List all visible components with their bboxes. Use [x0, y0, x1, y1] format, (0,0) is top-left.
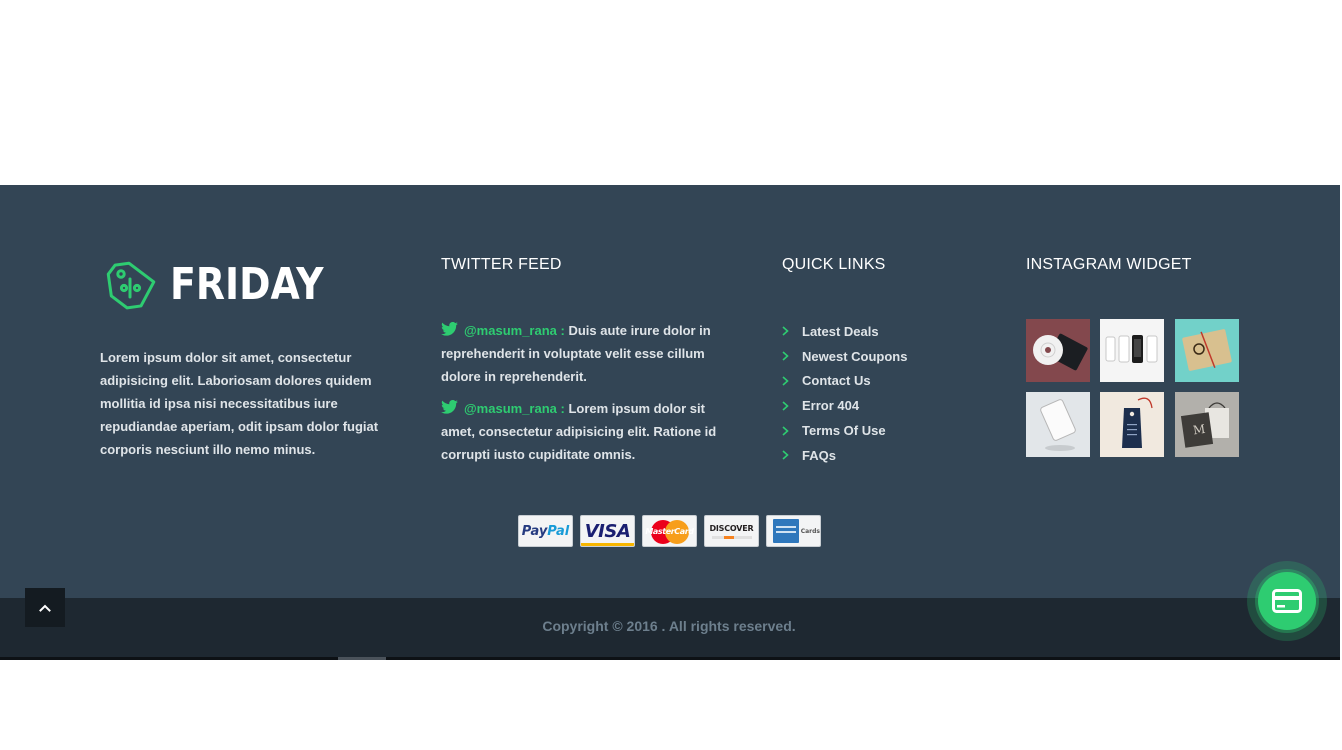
quick-link-label[interactable]: Newest Coupons — [802, 349, 907, 364]
mastercard-label: MasterCard — [645, 526, 694, 536]
instagram-thumb-phones[interactable] — [1100, 319, 1164, 382]
amex-logo-block — [773, 519, 799, 543]
quick-link-label[interactable]: Contact Us — [802, 373, 871, 388]
notebook-image — [1175, 319, 1239, 382]
quick-link-latest-deals[interactable]: Latest Deals — [782, 319, 907, 344]
tablet-image — [1026, 392, 1090, 457]
quick-link-label[interactable]: FAQs — [802, 448, 836, 463]
discover-label: DISCOVER — [709, 523, 754, 533]
cd-mockup-image — [1026, 319, 1090, 382]
tweet-handle[interactable]: @masum_rana : — [464, 401, 565, 416]
quick-links-title: QUICK LINKS — [782, 256, 886, 273]
instagram-thumb-bags[interactable]: M — [1175, 392, 1239, 457]
instagram-thumb-cd-mockup[interactable] — [1026, 319, 1090, 382]
discover-card-icon: DISCOVER — [704, 515, 759, 547]
about-text: Lorem ipsum dolor sit amet, consectetur … — [100, 350, 379, 457]
copyright-text: Copyright © 2016 . All rights reserved. — [542, 618, 796, 634]
quick-link-label[interactable]: Latest Deals — [802, 324, 879, 339]
amex-label: Cards — [800, 527, 820, 535]
tweet-item: @masum_rana : Lorem ipsum dolor sit amet… — [441, 397, 741, 466]
chevron-right-icon — [782, 401, 789, 411]
instagram-thumb-tablet[interactable] — [1026, 392, 1090, 457]
twitter-icon — [441, 322, 458, 336]
instagram-thumb-price-tag[interactable] — [1100, 392, 1164, 457]
instagram-thumb-notebook[interactable] — [1175, 319, 1239, 382]
chevron-right-icon — [782, 425, 789, 436]
price-tag-image — [1100, 392, 1164, 457]
payment-methods: PayPal VISA MasterCard DISCOVER Cards — [518, 515, 821, 547]
mastercard-card-icon: MasterCard — [642, 515, 697, 547]
chevron-up-icon — [39, 604, 51, 612]
chevron-right-icon — [782, 376, 789, 386]
quick-link-error-404[interactable]: Error 404 — [782, 393, 907, 418]
quick-links-list: Latest Deals Newest Coupons Contact Us E… — [782, 319, 907, 468]
twitter-icon — [441, 400, 458, 414]
tweet-item: @masum_rana : Duis aute irure dolor in r… — [441, 319, 741, 388]
phones-image — [1100, 319, 1164, 382]
credit-card-icon — [1272, 589, 1302, 613]
quick-link-faqs[interactable]: FAQs — [782, 443, 907, 468]
quick-link-newest-coupons[interactable]: Newest Coupons — [782, 344, 907, 369]
svg-text:M: M — [1192, 422, 1206, 438]
brand-logo[interactable]: FRIDAY — [104, 257, 349, 313]
paypal-card-icon: PayPal — [518, 515, 573, 547]
brand-name: FRIDAY — [170, 259, 324, 310]
visa-card-icon: VISA — [580, 515, 635, 547]
coupon-tag-icon — [106, 261, 156, 310]
quick-link-label[interactable]: Terms Of Use — [802, 423, 886, 438]
amex-card-icon: Cards — [766, 515, 821, 547]
visa-label: VISA — [584, 520, 631, 542]
chevron-right-icon — [782, 351, 789, 361]
bags-image: M — [1175, 392, 1239, 457]
scroll-to-top-button[interactable] — [25, 588, 65, 627]
quick-link-label[interactable]: Error 404 — [802, 398, 859, 413]
paypal-label-part2: Pal — [547, 523, 570, 539]
twitter-feed-title: TWITTER FEED — [441, 256, 562, 273]
paypal-label-part1: Pay — [521, 523, 548, 539]
tweet-handle[interactable]: @masum_rana : — [464, 323, 565, 338]
footer-edge-marker — [338, 657, 386, 660]
quick-link-terms-of-use[interactable]: Terms Of Use — [782, 418, 907, 443]
chevron-right-icon — [782, 326, 789, 336]
quick-link-contact-us[interactable]: Contact Us — [782, 369, 907, 394]
instagram-widget-title: INSTAGRAM WIDGET — [1026, 256, 1192, 273]
chevron-right-icon — [782, 450, 789, 460]
payment-fab-button[interactable] — [1258, 572, 1316, 630]
footer-bottom-edge — [0, 657, 1340, 660]
